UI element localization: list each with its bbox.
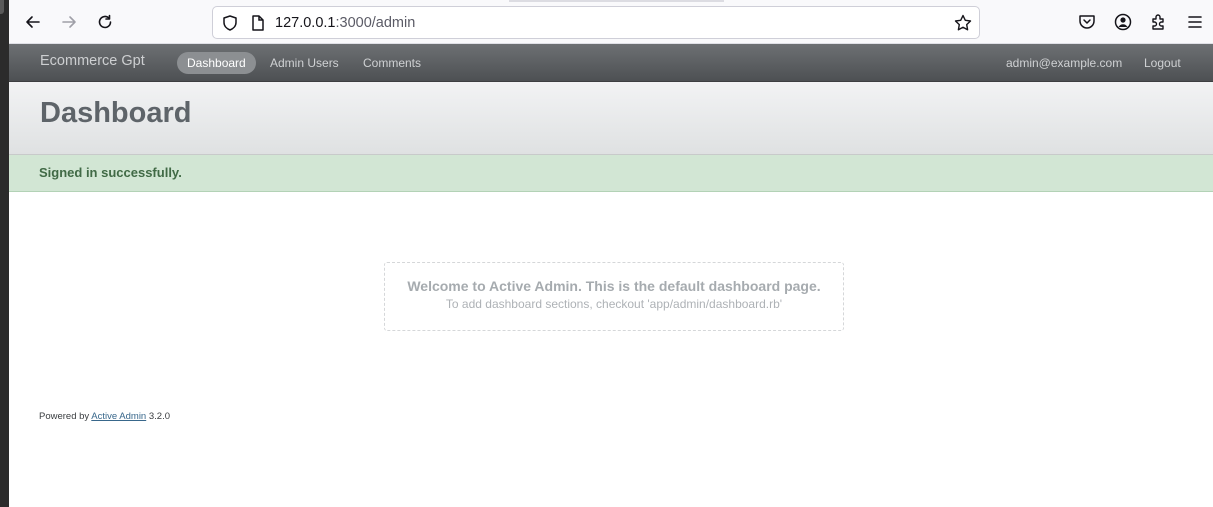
url-host: 127.0.0.1: [275, 15, 336, 31]
tab-admin-users[interactable]: Admin Users: [260, 52, 349, 74]
admin-header: Ecommerce Gpt Dashboard Admin Users Comm…: [9, 44, 1213, 82]
footer-prefix: Powered by: [39, 411, 90, 422]
site-title[interactable]: Ecommerce Gpt: [40, 53, 145, 69]
tab-comments[interactable]: Comments: [353, 52, 431, 74]
back-icon: [26, 16, 40, 28]
flash-notice: Signed in successfully.: [9, 155, 1213, 192]
browser-toolbar: 127.0.0.1:3000/admin: [9, 0, 1213, 44]
shield-icon[interactable]: [221, 14, 239, 32]
reload-icon: [98, 14, 112, 29]
page-title: Dashboard: [40, 97, 192, 129]
menu-icon[interactable]: [1185, 12, 1205, 32]
desktop-notch: [0, 0, 4, 14]
footer: Powered by Active Admin 3.2.0: [39, 411, 170, 422]
account-icon[interactable]: [1113, 12, 1133, 32]
url-text[interactable]: 127.0.0.1:3000/admin: [275, 15, 415, 31]
logout-link[interactable]: Logout: [1144, 56, 1181, 70]
url-path: :3000/admin: [335, 15, 416, 31]
current-user-link[interactable]: admin@example.com: [1006, 56, 1122, 70]
footer-version: 3.2.0: [148, 411, 170, 422]
reload-button[interactable]: [91, 8, 119, 36]
address-bar[interactable]: 127.0.0.1:3000/admin: [212, 6, 980, 39]
back-button[interactable]: [19, 8, 47, 36]
bookmark-star-icon[interactable]: [953, 13, 973, 33]
blank-slate-heading: Welcome to Active Admin. This is the def…: [407, 278, 821, 294]
blank-slate-subtext: To add dashboard sections, checkout 'app…: [445, 297, 783, 311]
active-admin-link[interactable]: Active Admin: [91, 411, 146, 422]
pocket-icon[interactable]: [1077, 12, 1097, 32]
tab-strip-hint: [509, 0, 724, 2]
forward-button[interactable]: [55, 8, 83, 36]
extensions-icon[interactable]: [1149, 12, 1169, 32]
tab-dashboard[interactable]: Dashboard: [177, 52, 256, 74]
page-icon: [252, 15, 264, 31]
desktop-edge: [0, 0, 9, 507]
blank-slate: Welcome to Active Admin. This is the def…: [384, 262, 844, 331]
flash-message: Signed in successfully.: [39, 165, 182, 180]
title-bar: Dashboard: [9, 82, 1213, 155]
forward-icon: [62, 16, 76, 28]
